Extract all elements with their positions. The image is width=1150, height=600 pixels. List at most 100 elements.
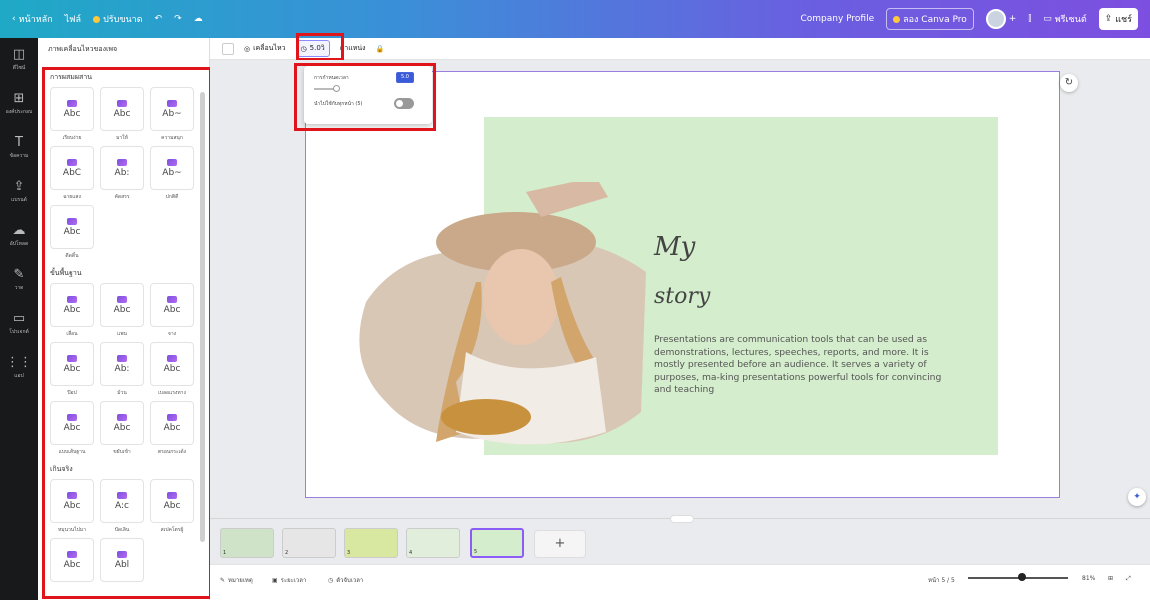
animation-option[interactable]: Ab~ ปกติดี (150, 146, 194, 201)
document-title[interactable]: Company Profile (800, 14, 874, 24)
animation-preview[interactable]: Abc (150, 342, 194, 386)
woman-photo[interactable] (346, 182, 651, 457)
animation-option[interactable]: AbC ฉายแสง (50, 146, 94, 201)
animation-preview[interactable]: Abc (150, 479, 194, 523)
animate-button[interactable]: ◎ เคลื่อนไหว (244, 43, 286, 54)
animation-preview[interactable]: Abc (100, 87, 144, 131)
animation-preview[interactable]: Abc (50, 401, 94, 445)
add-page-button[interactable]: + (534, 530, 586, 558)
animation-preview[interactable]: Abl (100, 538, 144, 582)
rail-item-5[interactable]: ✎ วาด (0, 258, 38, 302)
animation-preview[interactable]: Abc (150, 401, 194, 445)
zoom-level[interactable]: 81% (1082, 575, 1095, 582)
rail-item-6[interactable]: ▭ โปรเจกต์ (0, 302, 38, 346)
resize-button[interactable]: ปรับขนาด (93, 12, 143, 26)
animation-preview[interactable]: Abc (50, 283, 94, 327)
rotate-icon[interactable]: ↻ (1060, 74, 1078, 92)
animation-preview[interactable]: Abc (50, 342, 94, 386)
rail-item-7[interactable]: ⋮⋮ แอป (0, 346, 38, 390)
animation-preview[interactable]: Abc (100, 283, 144, 327)
avatar-group[interactable]: + (985, 9, 1016, 29)
rail-item-1[interactable]: ⊞ องค์ประกอบ (0, 82, 38, 126)
animation-option[interactable]: A:c ปัดเลิน (100, 479, 144, 534)
animation-option[interactable]: Abc จาง (150, 283, 194, 338)
analytics-icon[interactable]: ⫿ (1028, 14, 1031, 24)
animation-preview[interactable]: A:c (100, 479, 144, 523)
timer-button[interactable]: ▣ ระยะเวลา (272, 575, 306, 585)
duration-slider-knob[interactable] (333, 85, 340, 92)
animation-option[interactable]: Abc เบลอแรงทาง (150, 342, 194, 397)
animation-preview[interactable]: Ab: (100, 146, 144, 190)
animation-option[interactable]: Ab: คัดสรร (100, 146, 144, 201)
rail-item-3[interactable]: ⇪ แบรนด์ (0, 170, 38, 214)
crown-icon (93, 15, 101, 23)
animation-sample-text: Abl (114, 559, 130, 570)
animation-option[interactable]: Abc เรียบง่าย (50, 87, 94, 142)
slide-title-line2[interactable]: story (654, 284, 710, 309)
rail-item-0[interactable]: ◫ ดีไซน์ (0, 38, 38, 82)
file-menu[interactable]: ไฟล์ (65, 12, 81, 26)
panel-scrollbar[interactable] (200, 92, 205, 542)
animation-option[interactable]: Abc แพน (100, 283, 144, 338)
animation-option[interactable]: Abc ป๊อป (50, 342, 94, 397)
slide-canvas[interactable]: My story Presentations are communication… (305, 71, 1060, 498)
apply-all-toggle[interactable] (394, 98, 414, 109)
lock-icon[interactable]: 🔒 (376, 45, 385, 53)
position-button[interactable]: ตำแหน่ง (340, 43, 366, 54)
animation-preview[interactable]: Abc (150, 283, 194, 327)
animation-option[interactable]: Abc ตรอนกระเด้ง (150, 401, 194, 456)
duration-button[interactable]: ◷ 5.0วิ (295, 40, 330, 57)
timeline-button[interactable]: ◷ ตัวจับเวลา (328, 575, 363, 585)
slide-body-text[interactable]: Presentations are communication tools th… (654, 334, 954, 397)
animation-option[interactable]: Abc ดีดดิ้น (50, 205, 94, 260)
animation-preview[interactable]: Abc (50, 479, 94, 523)
animation-option[interactable]: Abc เลื่อน (50, 283, 94, 338)
zoom-slider-knob[interactable] (1018, 573, 1026, 581)
avatar[interactable] (985, 9, 1006, 29)
home-button[interactable]: ‹ หน้าหลัก (12, 12, 53, 26)
try-pro-button[interactable]: ลอง Canva Pro (886, 8, 974, 30)
cloud-save-icon[interactable]: ☁ (194, 14, 203, 24)
rail-item-2[interactable]: T ข้อความ (0, 126, 38, 170)
page-thumbnail[interactable]: 4 (406, 528, 460, 558)
animation-option[interactable]: Abc ขยับเข้า (100, 401, 144, 456)
animation-option[interactable]: Abc มาให้ (100, 87, 144, 142)
animation-preview[interactable]: AbC (50, 146, 94, 190)
animation-preview[interactable]: Ab: (100, 342, 144, 386)
animation-preview[interactable]: Abc (100, 401, 144, 445)
fullscreen-icon[interactable]: ⤢ (1126, 575, 1131, 583)
slide-title-line1[interactable]: My (654, 232, 695, 262)
page-thumbnail[interactable]: 5 (470, 528, 524, 558)
animation-option[interactable]: Abc แบบเส้นฐาน (50, 401, 94, 456)
page-thumbnail[interactable]: 2 (282, 528, 336, 558)
animation-sparkle-icon (117, 295, 127, 303)
animation-option[interactable]: Abl (100, 538, 144, 593)
share-button[interactable]: ⇪ แชร์ (1098, 8, 1138, 30)
select-checkbox[interactable] (222, 42, 234, 55)
page-thumbnail[interactable]: 3 (344, 528, 398, 558)
animation-preview[interactable]: Abc (50, 87, 94, 131)
animation-sparkle-icon (67, 158, 77, 166)
animation-option[interactable]: Abc (50, 538, 94, 593)
present-button[interactable]: ▭ พรีเซนต์ (1043, 12, 1086, 26)
grid-view-icon[interactable]: ⊞ (1108, 575, 1113, 582)
animation-preview[interactable]: Abc (50, 538, 94, 582)
undo-button[interactable]: ↶ (155, 14, 163, 24)
animation-caption: แพน (117, 331, 127, 337)
animation-preview[interactable]: Ab~ (150, 87, 194, 131)
magic-assist-icon[interactable]: ✦ (1128, 488, 1146, 506)
page-thumbnail[interactable]: 1 (220, 528, 274, 558)
animation-sample-text: Abc (63, 304, 81, 315)
notes-button[interactable]: ✎ หมายเหตุ (220, 575, 253, 585)
page-indicator[interactable]: หน้า 5 / 5 (928, 575, 955, 585)
animation-option[interactable]: Abc สเปคโตรผู้ (150, 479, 194, 534)
rail-item-4[interactable]: ☁ อัปโหลด (0, 214, 38, 258)
animation-option[interactable]: Abc หมุนวนไปมา (50, 479, 94, 534)
animation-option[interactable]: Ab: ม้วน (100, 342, 144, 397)
duration-input[interactable]: 5.0 (396, 72, 414, 83)
redo-button[interactable]: ↷ (174, 14, 182, 24)
animation-option[interactable]: Ab~ ความสนุก (150, 87, 194, 142)
animation-preview[interactable]: Ab~ (150, 146, 194, 190)
animation-preview[interactable]: Abc (50, 205, 94, 249)
filmstrip-collapse-handle[interactable] (670, 515, 694, 523)
